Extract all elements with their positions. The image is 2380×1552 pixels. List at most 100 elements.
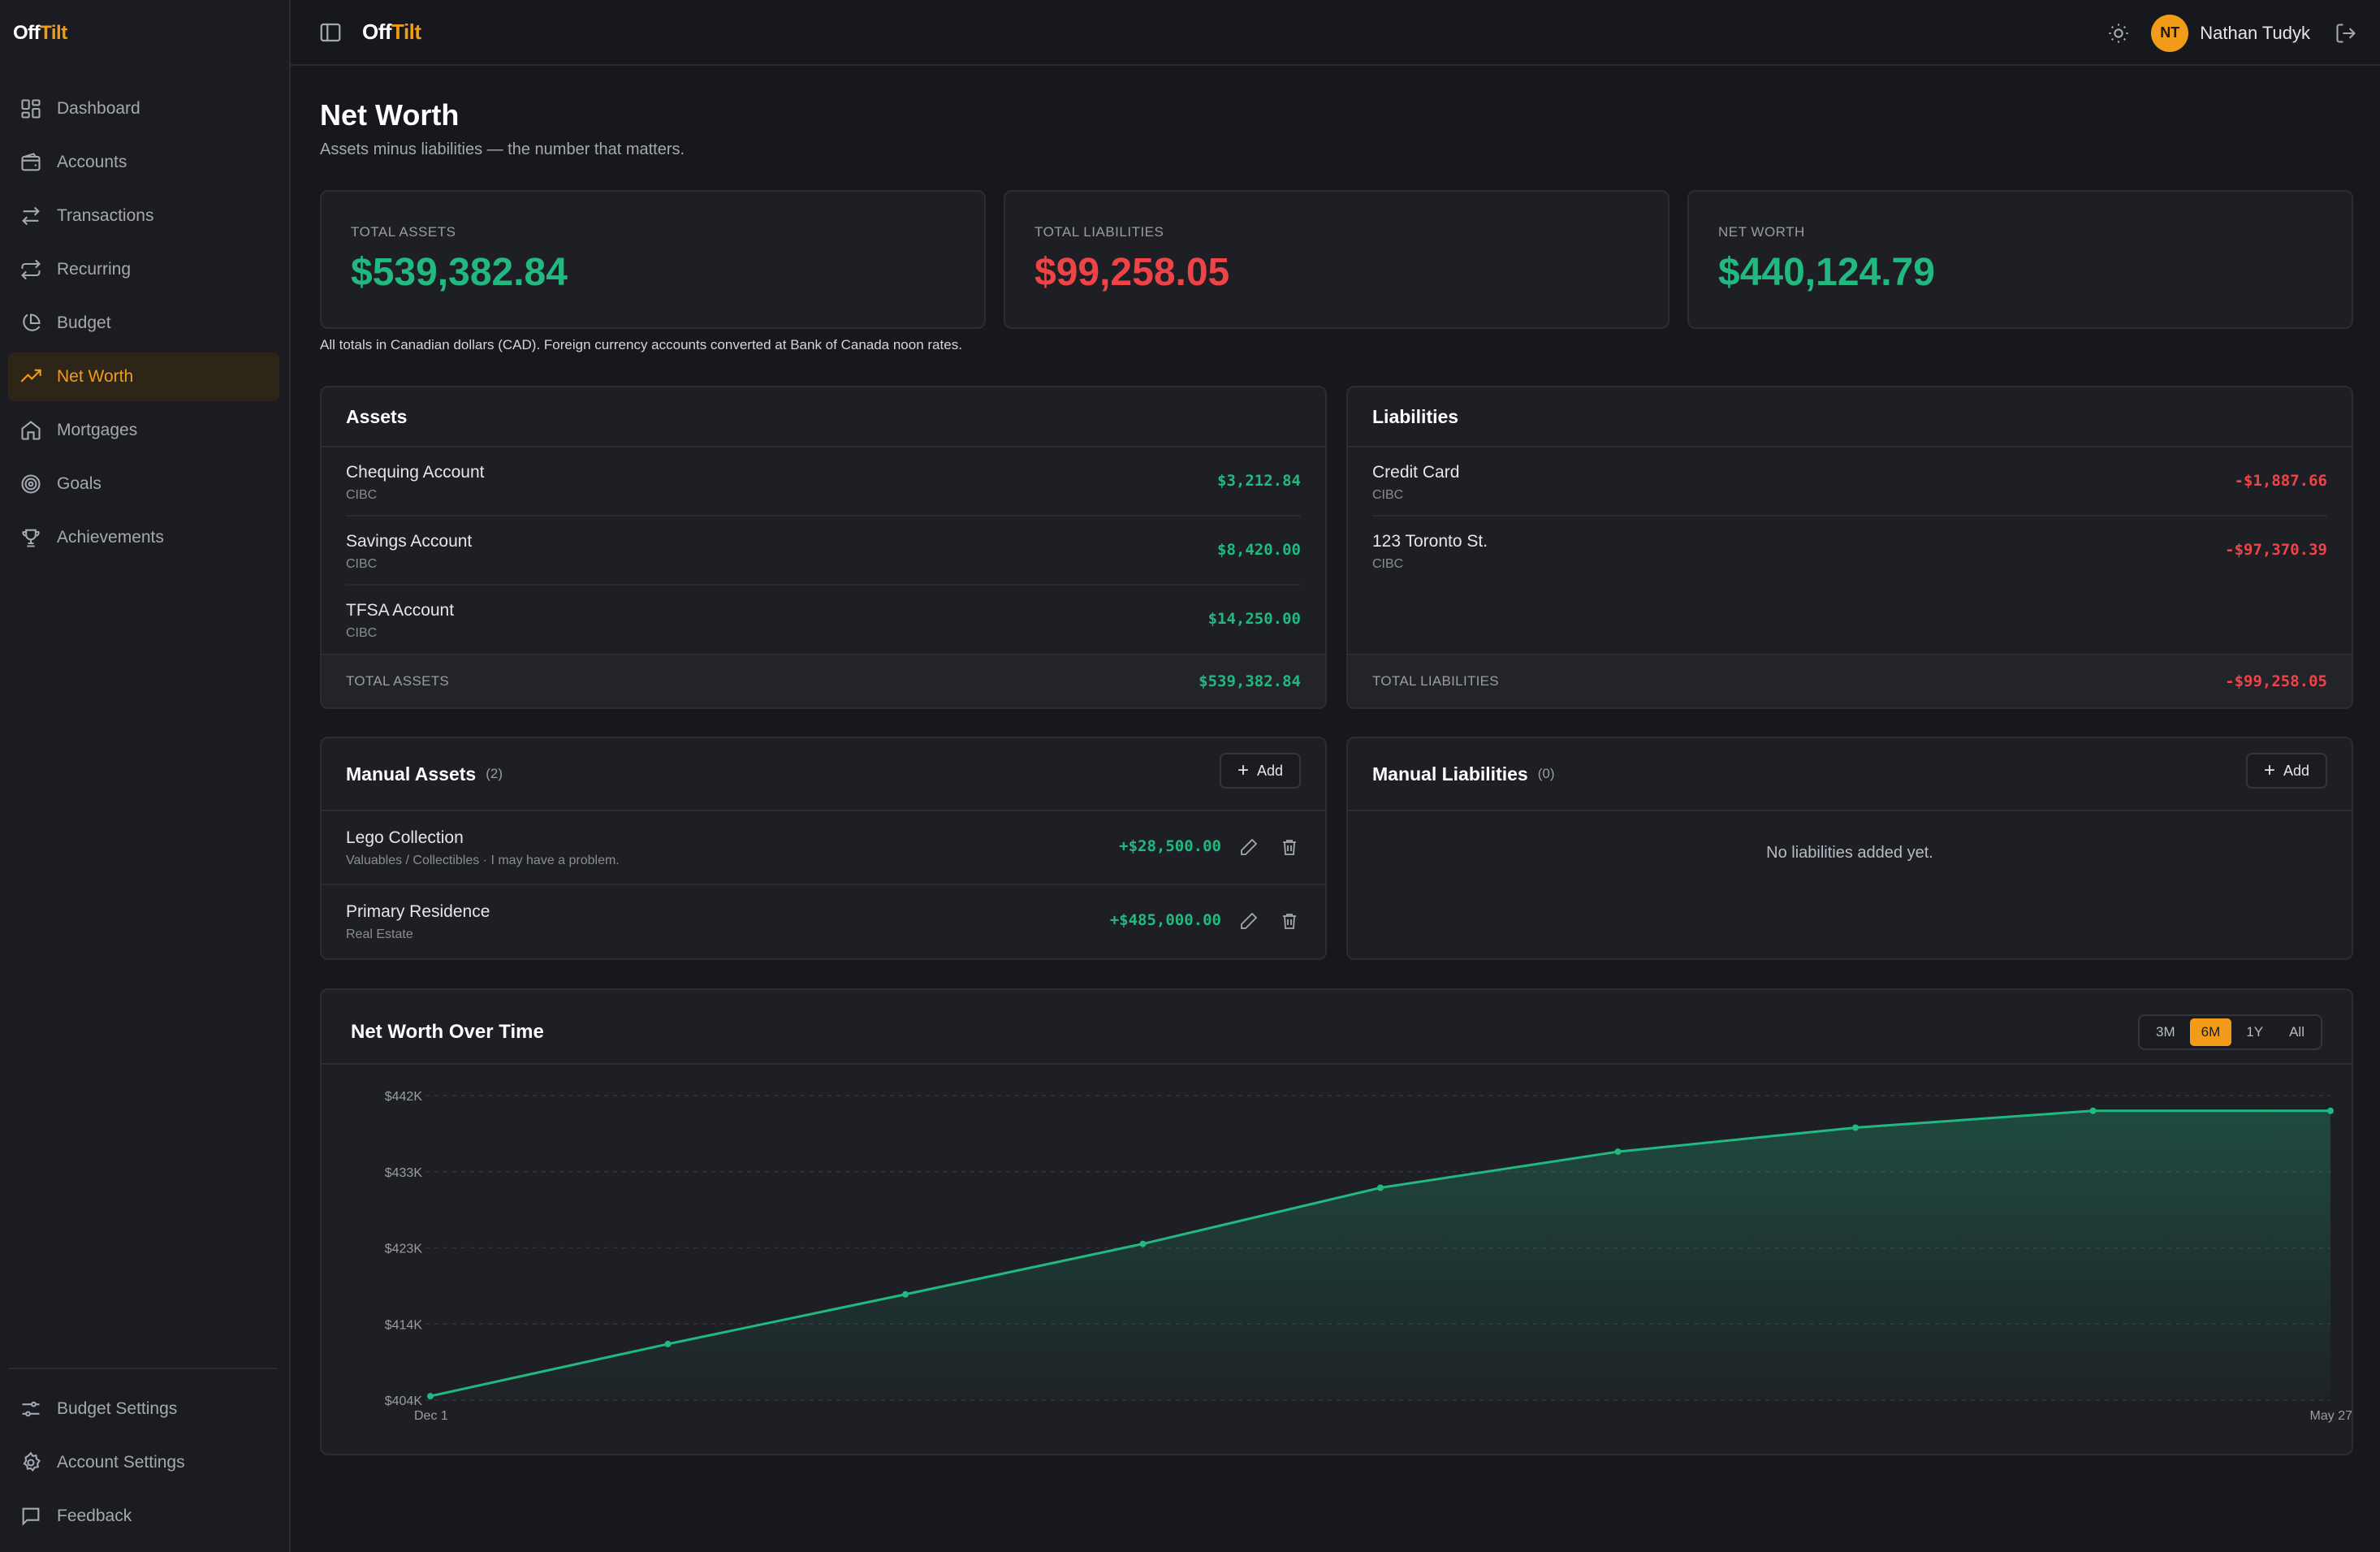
- data-point: [2327, 1107, 2334, 1114]
- account-institution: CIBC: [1372, 557, 1404, 571]
- sidebar-item-mortgages[interactable]: Mortgages: [8, 406, 279, 455]
- x-tick-label: Dec 1: [414, 1409, 448, 1423]
- y-tick-label: $423K: [385, 1243, 423, 1256]
- arrows-icon: [22, 206, 40, 226]
- item-count: (2): [486, 766, 503, 781]
- list-item[interactable]: Savings Account CIBC $8,420.00: [346, 517, 1301, 586]
- trophy-icon: [22, 529, 40, 547]
- y-tick-label: $404K: [385, 1394, 423, 1408]
- account-name: 123 Toronto St.: [1372, 532, 1488, 551]
- sliders-icon: [22, 1401, 40, 1417]
- sidebar-item-label: Transactions: [57, 206, 154, 225]
- sidebar-item-label: Goals: [57, 474, 102, 493]
- sidebar-item-accounts[interactable]: Accounts: [8, 138, 279, 187]
- user-name: Nathan Tudyk: [2200, 22, 2310, 43]
- range-3m-button[interactable]: 3M: [2145, 1018, 2187, 1046]
- stat-value: $440,124.79: [1718, 251, 1935, 294]
- data-point: [427, 1393, 434, 1400]
- data-point: [1614, 1148, 1622, 1156]
- app-logo[interactable]: Off Tilt: [0, 0, 289, 66]
- account-amount: -$1,887.66: [2234, 472, 2327, 490]
- account-amount: -$97,370.39: [2225, 541, 2327, 559]
- list-item[interactable]: 123 Toronto St. CIBC -$97,370.39: [1372, 517, 2327, 586]
- asset-description: Valuables / Collectibles · I may have a …: [346, 854, 620, 867]
- account-institution: CIBC: [346, 488, 378, 502]
- account-name: Credit Card: [1372, 463, 1460, 482]
- sidebar-item-account-settings[interactable]: Account Settings: [8, 1438, 279, 1487]
- grid-icon: [21, 99, 41, 119]
- pencil-icon[interactable]: [1239, 837, 1259, 857]
- avatar[interactable]: NT: [2151, 14, 2189, 52]
- range-selector: 3M 6M 1Y All: [2138, 1014, 2322, 1050]
- stat-value: $539,382.84: [351, 251, 568, 294]
- sidebar-item-transactions[interactable]: Transactions: [8, 192, 279, 240]
- range-6m-button[interactable]: 6M: [2189, 1018, 2232, 1046]
- pie-icon: [23, 313, 41, 331]
- brand-text-tilt: Tilt: [391, 19, 421, 44]
- list-item[interactable]: TFSA Account CIBC $14,250.00: [346, 586, 1301, 655]
- sidebar-item-achievements[interactable]: Achievements: [8, 513, 279, 562]
- range-1y-button[interactable]: 1Y: [2235, 1018, 2274, 1046]
- card-title: Liabilities: [1348, 387, 2352, 447]
- list-item: Lego Collection Valuables / Collectibles…: [322, 811, 1325, 885]
- plus-icon: +: [2263, 759, 2275, 781]
- sidebar-item-goals[interactable]: Goals: [8, 460, 279, 508]
- asset-name: Primary Residence: [346, 902, 490, 921]
- sidebar-item-dashboard[interactable]: Dashboard: [8, 84, 279, 133]
- trash-icon[interactable]: [1280, 837, 1299, 857]
- button-label: Add: [2283, 762, 2309, 779]
- logout-icon[interactable]: [2335, 22, 2357, 45]
- sidebar-toggle-icon[interactable]: [318, 20, 343, 45]
- sidebar-item-recurring[interactable]: Recurring: [8, 245, 279, 294]
- sidebar-item-budget[interactable]: Budget: [8, 299, 279, 348]
- account-name: Chequing Account: [346, 463, 485, 482]
- brand-logo[interactable]: OffTilt: [362, 19, 421, 45]
- button-label: Add: [1256, 762, 1283, 779]
- logo-text-tilt: Tilt: [40, 21, 67, 44]
- sidebar-bottom-nav: Budget Settings Account Settings Feedbac…: [8, 1385, 279, 1546]
- card-title: Manual Assets: [346, 763, 477, 785]
- card-title: Manual Liabilities: [1372, 763, 1528, 785]
- gear-icon: [23, 1451, 41, 1472]
- net-worth-chart: $442K $433K $423K $414K $404KDec 1 May 27: [385, 1090, 2352, 1423]
- brand-text-off: Off: [362, 19, 392, 44]
- item-count: (0): [1537, 766, 1555, 781]
- series-area: [430, 1110, 2330, 1400]
- sidebar: Off Tilt Dashboard Accounts Transactions …: [0, 0, 291, 1552]
- top-bar: OffTilt NT Nathan Tudyk: [291, 0, 2380, 66]
- page-title: Net Worth: [320, 98, 460, 132]
- data-point: [902, 1290, 909, 1298]
- sidebar-item-budget-settings[interactable]: Budget Settings: [8, 1385, 279, 1433]
- data-point: [1139, 1240, 1147, 1247]
- chart-title: Net Worth Over Time: [351, 1021, 544, 1043]
- total-liabilities-card: TOTAL LIABILITIES $99,258.05: [1004, 190, 1669, 329]
- list-item[interactable]: Credit Card CIBC -$1,887.66: [1372, 447, 2327, 517]
- card-title: Assets: [322, 387, 1325, 447]
- sun-icon[interactable]: [2107, 22, 2130, 45]
- account-amount: $8,420.00: [1217, 541, 1301, 559]
- message-icon: [22, 1507, 40, 1526]
- add-liability-button[interactable]: + Add: [2245, 753, 2327, 789]
- stat-label: TOTAL ASSETS: [351, 224, 456, 240]
- data-point: [1377, 1184, 1384, 1191]
- plus-icon: +: [1237, 759, 1249, 781]
- data-point: [2089, 1107, 2097, 1114]
- card-header: Manual Assets (2) + Add: [322, 738, 1325, 811]
- user-area: NT Nathan Tudyk: [2107, 0, 2357, 66]
- range-all-button[interactable]: All: [2278, 1018, 2316, 1046]
- add-asset-button[interactable]: + Add: [1219, 753, 1301, 789]
- card-header: Manual Liabilities (0) + Add: [1348, 738, 2352, 811]
- stat-value: $99,258.05: [1035, 251, 1230, 294]
- repeat-icon: [21, 259, 41, 280]
- trash-icon[interactable]: [1280, 911, 1299, 931]
- account-amount: $14,250.00: [1207, 610, 1301, 628]
- stat-label: TOTAL LIABILITIES: [1035, 224, 1164, 240]
- sidebar-item-net-worth[interactable]: Net Worth: [8, 352, 279, 401]
- sidebar-item-label: Net Worth: [57, 367, 134, 386]
- total-value: $539,382.84: [1199, 672, 1301, 690]
- sidebar-item-label: Achievements: [57, 528, 164, 547]
- sidebar-item-feedback[interactable]: Feedback: [8, 1492, 279, 1541]
- list-item[interactable]: Chequing Account CIBC $3,212.84: [346, 447, 1301, 517]
- y-tick-label: $414K: [385, 1318, 423, 1332]
- pencil-icon[interactable]: [1239, 911, 1259, 931]
